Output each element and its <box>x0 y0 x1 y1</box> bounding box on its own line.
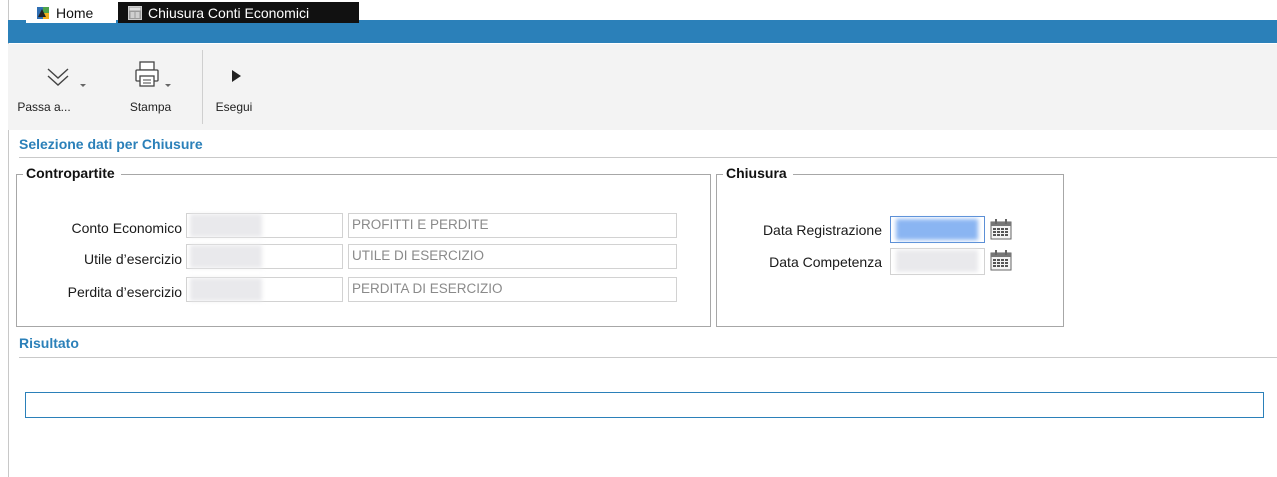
section-divider <box>19 357 1277 358</box>
utile-esercizio-description: UTILE DI ESERCIZIO <box>348 244 677 269</box>
group-contropartite-legend: Contropartite <box>23 165 121 181</box>
passa-dropdown-caret[interactable] <box>80 84 86 87</box>
calendar-icon[interactable] <box>990 218 1012 240</box>
conto-economico-label: Conto Economico <box>71 220 182 236</box>
data-registrazione-value <box>896 219 978 240</box>
section-title-risultato: Risultato <box>19 335 79 351</box>
perdita-esercizio-code-value <box>190 278 262 301</box>
stampa-dropdown-caret[interactable] <box>165 84 171 87</box>
tab-chiusura-conti[interactable]: Chiusura Conti Economici <box>118 2 359 23</box>
utile-esercizio-label: Utile d’esercizio <box>83 251 182 267</box>
toolbar: Passa a... Stampa Esegui <box>8 44 1277 130</box>
conto-economico-description: PROFITTI E PERDITE <box>348 213 677 238</box>
data-registrazione-label: Data Registrazione <box>762 222 882 238</box>
group-chiusura-legend: Chiusura <box>723 165 793 181</box>
esegui-label: Esegui <box>215 100 253 114</box>
section-divider <box>19 157 1277 158</box>
toolbar-separator <box>202 50 203 124</box>
printer-icon <box>134 60 160 91</box>
perdita-esercizio-label: Perdita d’esercizio <box>67 284 182 300</box>
stampa-button[interactable]: Stampa <box>114 44 194 130</box>
tab-home-label: Home <box>56 4 94 21</box>
tab-chiusura-conti-label: Chiusura Conti Economici <box>148 4 310 21</box>
data-competenza-value <box>896 250 978 272</box>
window-icon <box>128 5 142 20</box>
risultato-progress-bar <box>25 392 1264 418</box>
data-competenza-label: Data Competenza <box>769 254 882 270</box>
calendar-icon[interactable] <box>990 249 1012 271</box>
section-title-selezione: Selezione dati per Chiusure <box>19 136 203 152</box>
passa-label: Passa a... <box>17 100 71 114</box>
utile-esercizio-code-value <box>190 245 262 268</box>
passa-button[interactable]: Passa a... <box>8 44 102 130</box>
conto-economico-code-value <box>190 214 262 237</box>
esegui-button[interactable]: Esegui <box>204 44 264 130</box>
tab-home[interactable]: Home <box>26 2 116 23</box>
play-icon <box>232 70 242 85</box>
perdita-esercizio-description: PERDITA DI ESERCIZIO <box>348 277 677 302</box>
home-app-icon <box>36 5 50 20</box>
double-chevron-down-icon <box>46 66 70 91</box>
tab-bar <box>8 20 1277 43</box>
stampa-label: Stampa <box>129 100 172 114</box>
